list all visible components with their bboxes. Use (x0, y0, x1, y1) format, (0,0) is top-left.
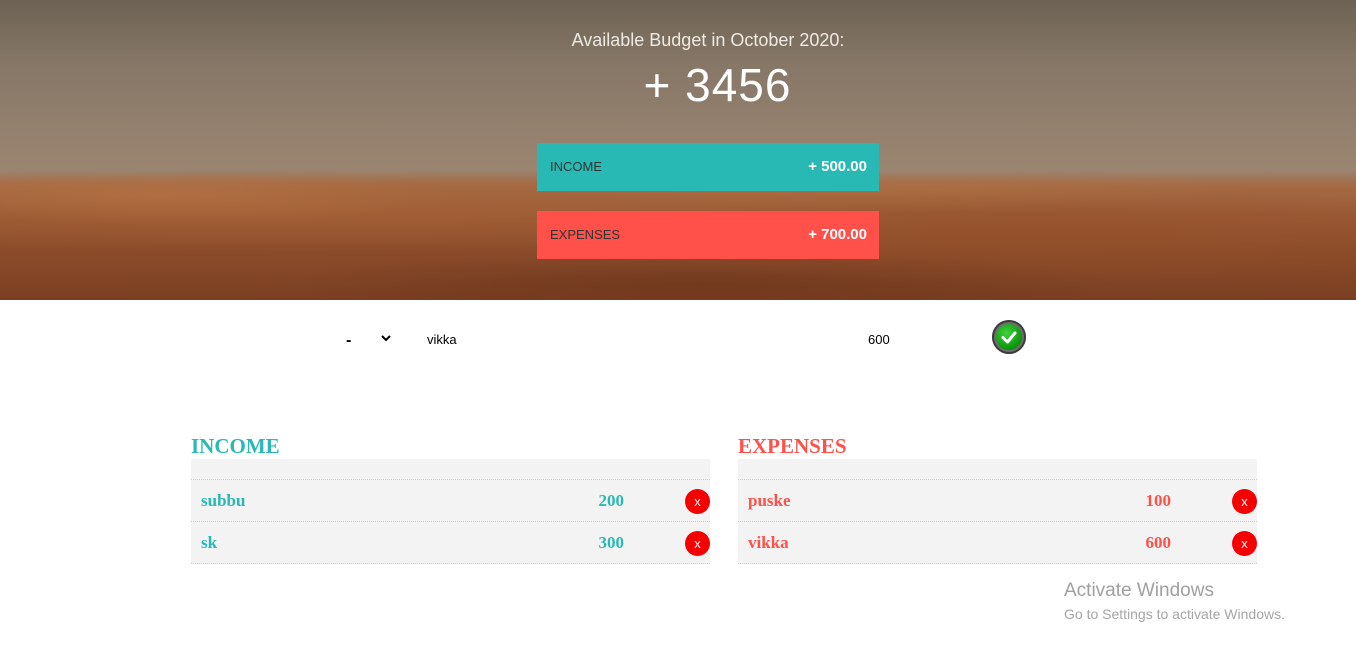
income-item: subbu 200 x (191, 480, 710, 522)
chevron-down-icon (380, 332, 392, 347)
activate-windows-watermark: Activate Windows Go to Settings to activ… (1064, 580, 1285, 622)
expense-item-name: puske (748, 491, 791, 510)
income-item: sk 300 x (191, 522, 710, 564)
income-summary: Income + 500.00 (537, 143, 879, 191)
add-item-button[interactable] (992, 320, 1026, 354)
delete-button[interactable]: x (1232, 531, 1257, 556)
income-list-title: Income (191, 434, 280, 458)
expenses-summary: Expenses + 700.00 (537, 211, 879, 259)
income-item-name: subbu (201, 491, 246, 510)
watermark-subtitle: Go to Settings to activate Windows. (1064, 606, 1285, 622)
expense-item-name: vikka (748, 533, 789, 552)
income-list: Income subbu 200 x sk 300 x (191, 430, 710, 564)
expenses-summary-label: Expenses (550, 227, 621, 242)
expense-item-amount: 600 (1145, 533, 1172, 552)
type-select-value: - (346, 332, 352, 349)
income-summary-label: Income (550, 159, 602, 174)
expense-item: puske 100 x (738, 480, 1257, 522)
income-item-amount: 200 (598, 491, 625, 510)
expenses-list: Expenses puske 100 x vikka 600 x (738, 430, 1257, 564)
check-icon (1001, 331, 1017, 344)
delete-button[interactable]: x (685, 489, 710, 514)
expense-item-amount: 100 (1145, 491, 1172, 510)
delete-button[interactable]: x (685, 531, 710, 556)
expenses-list-header (738, 459, 1257, 480)
expense-item: vikka 600 x (738, 522, 1257, 564)
budget-title: Available Budget in October 2020: (571, 30, 845, 50)
income-summary-value: + 500.00 (808, 158, 867, 175)
budget-value: + 3456 (643, 59, 792, 111)
income-item-name: sk (201, 533, 218, 552)
amount-input[interactable] (862, 328, 964, 350)
delete-button[interactable]: x (1232, 489, 1257, 514)
expenses-summary-value: + 700.00 (808, 226, 867, 243)
income-item-amount: 300 (598, 533, 625, 552)
income-list-header (191, 459, 710, 480)
description-input[interactable] (421, 328, 813, 350)
watermark-title: Activate Windows (1064, 580, 1214, 601)
type-select[interactable]: - (340, 330, 396, 354)
expenses-list-title: Expenses (738, 434, 847, 458)
